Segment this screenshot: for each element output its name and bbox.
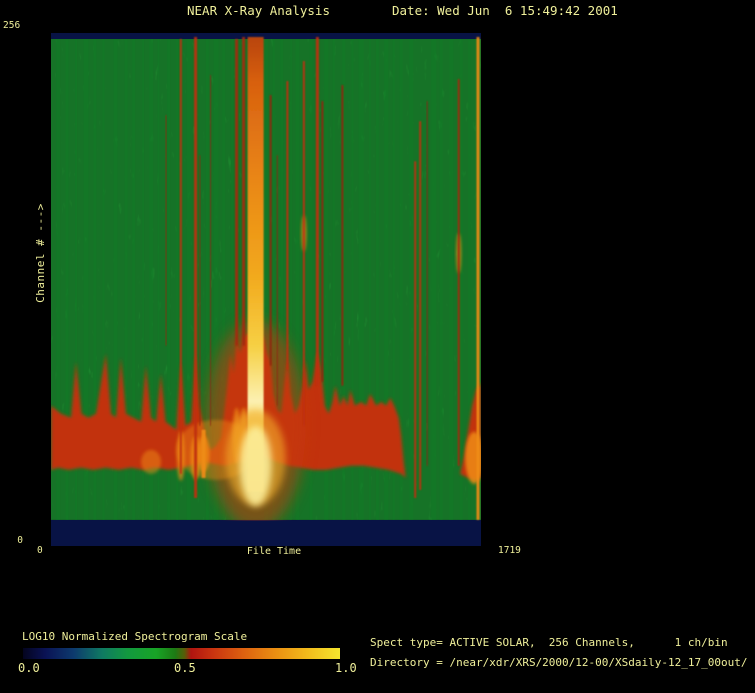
date-label: Date: Wed Jun 6 15:49:42 2001 <box>392 4 618 18</box>
x-axis-min-tick: 0 <box>37 546 43 556</box>
colorbar-title: LOG10 Normalized Spectrogram Scale <box>22 631 247 643</box>
spectrogram-plot <box>51 33 481 546</box>
directory-info: Directory = /near/xdr/XRS/2000/12-00/XSd… <box>370 657 748 669</box>
colorbar-tick-05: 0.5 <box>174 662 196 675</box>
y-axis-min-tick: 0 <box>11 536 23 546</box>
y-axis-title: Channel # ---> <box>35 203 47 303</box>
page-title: NEAR X-Ray Analysis <box>187 4 330 18</box>
colorbar-tick-0: 0.0 <box>18 662 40 675</box>
spect-type-info: Spect type= ACTIVE SOLAR, 256 Channels, … <box>370 637 728 649</box>
x-axis-title: File Time <box>242 546 306 557</box>
colorbar-tick-1: 1.0 <box>335 662 357 675</box>
colorbar-gradient <box>23 648 340 659</box>
y-axis-max-tick: 256 <box>3 21 20 31</box>
x-axis-max-tick: 1719 <box>498 546 521 556</box>
xray-analysis-window: { "header": { "title": "NEAR X-Ray Analy… <box>0 0 755 693</box>
